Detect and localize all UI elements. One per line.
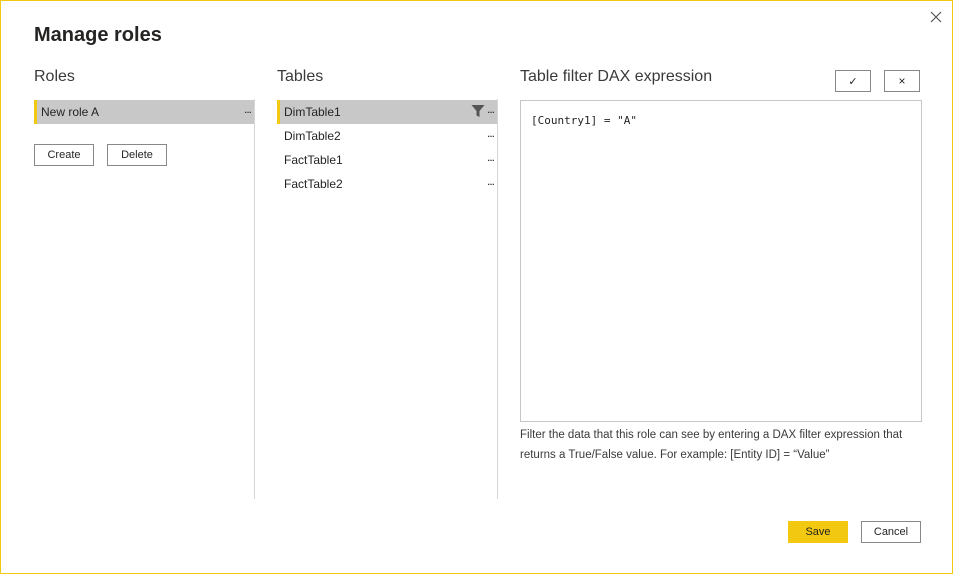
discard-dax-button[interactable]: × — [884, 70, 920, 92]
save-button[interactable]: Save — [788, 521, 848, 543]
filter-icon — [471, 105, 485, 117]
divider — [497, 99, 498, 499]
table-item-dimtable2[interactable]: DimTable2 ... — [277, 124, 497, 148]
roles-header: Roles — [34, 68, 75, 85]
checkmark-icon: ✓ — [848, 75, 858, 88]
dialog-title: Manage roles — [34, 24, 162, 46]
close-icon — [930, 11, 942, 23]
manage-roles-dialog: Manage roles Roles New role A ... Create… — [0, 0, 953, 574]
role-item-new-role-a[interactable]: New role A ... — [34, 100, 254, 124]
table-item-label: DimTable2 — [284, 129, 341, 143]
table-item-dimtable1[interactable]: DimTable1 ... — [277, 100, 497, 124]
cancel-button[interactable]: Cancel — [861, 521, 921, 543]
create-button[interactable]: Create — [34, 144, 94, 166]
role-item-label: New role A — [41, 105, 100, 119]
table-more-button[interactable]: ... — [487, 121, 495, 145]
table-item-facttable2[interactable]: FactTable2 ... — [277, 172, 497, 196]
delete-button[interactable]: Delete — [107, 144, 167, 166]
tables-header: Tables — [277, 68, 324, 85]
table-more-button[interactable]: ... — [487, 145, 495, 169]
dax-expression-editor[interactable]: [Country1] = "A" — [520, 100, 922, 422]
table-item-facttable1[interactable]: FactTable1 ... — [277, 148, 497, 172]
table-more-button[interactable]: ... — [487, 97, 495, 121]
table-item-label: DimTable1 — [284, 105, 341, 119]
dax-hint-text: Filter the data that this role can see b… — [520, 429, 903, 461]
accept-dax-button[interactable]: ✓ — [835, 70, 871, 92]
table-item-label: FactTable2 — [284, 177, 343, 191]
divider — [254, 99, 255, 499]
table-item-label: FactTable1 — [284, 153, 343, 167]
dax-header: Table filter DAX expression — [520, 68, 713, 85]
table-more-button[interactable]: ... — [487, 169, 495, 193]
close-icon: × — [898, 74, 906, 88]
close-button[interactable] — [926, 7, 946, 27]
role-more-button[interactable]: ... — [244, 97, 252, 121]
dax-expression-text[interactable]: [Country1] = "A" — [531, 114, 637, 127]
